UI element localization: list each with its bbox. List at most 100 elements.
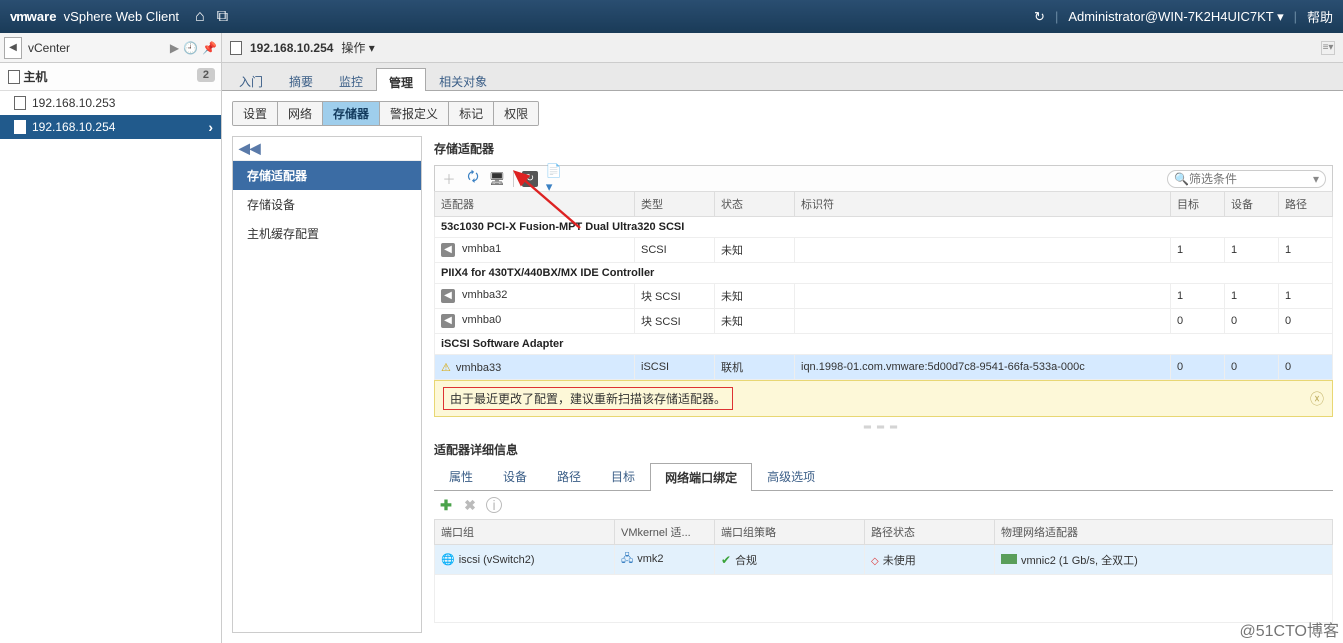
detail-tab[interactable]: 高级选项	[752, 462, 830, 490]
main-tab[interactable]: 监控	[326, 67, 376, 90]
adapter-row[interactable]: ◀ vmhba32块 SCSI未知111	[435, 284, 1333, 309]
host-label: 192.168.10.254	[32, 120, 115, 134]
adapter-group-row: 53c1030 PCI-X Fusion-MPT Dual Ultra320 S…	[435, 217, 1333, 238]
vmkernel-label: vmk2	[637, 553, 663, 565]
recent-icon[interactable]: 🕘	[183, 41, 198, 55]
adapter-group-row: PIIX4 for 430TX/440BX/MX IDE Controller	[435, 263, 1333, 284]
sub-tab[interactable]: 警报定义	[380, 102, 449, 125]
brand-logo: vmware vSphere Web Client	[10, 9, 179, 24]
column-header[interactable]: 路径状态	[865, 520, 995, 545]
alert-close-icon[interactable]: ⓧ	[1310, 389, 1324, 409]
rescan-adapter-button[interactable]: ↻	[522, 171, 538, 187]
alert-message: 由于最近更改了配置，建议重新扫描该存储适配器。	[443, 387, 733, 410]
vmkernel-icon: 🖧	[621, 553, 633, 565]
column-header[interactable]: 适配器	[435, 192, 635, 217]
column-header[interactable]: VMkernel 适...	[615, 520, 715, 545]
section-title-label: 主机	[23, 68, 47, 85]
adapter-row[interactable]: ◀ vmhba0块 SCSI未知000	[435, 309, 1333, 334]
add-adapter-button[interactable]: ＋	[441, 171, 457, 187]
column-header[interactable]: 路径	[1279, 192, 1333, 217]
separator	[513, 171, 514, 187]
binding-row[interactable]: 🌐iscsi (vSwitch2) 🖧vmk2 ✔合规 ◇未使用 vmnic2 …	[435, 545, 1333, 575]
adapter-group-row: iSCSI Software Adapter	[435, 334, 1333, 355]
sub-tab[interactable]: 标记	[449, 102, 494, 125]
detail-tab[interactable]: 网络端口绑定	[650, 463, 752, 491]
pnic-label: vmnic2 (1 Gb/s, 全双工)	[1021, 555, 1138, 567]
nav-breadcrumb[interactable]: vCenter	[24, 41, 170, 55]
new-window-icon[interactable]: ⧉	[217, 8, 228, 26]
inner-nav-item[interactable]: 主机缓存配置	[233, 219, 421, 248]
column-header[interactable]: 标识符	[795, 192, 1171, 217]
binding-info-button[interactable]: i	[486, 497, 502, 513]
host-list: 192.168.10.253 192.168.10.254	[0, 91, 221, 139]
inner-nav-item[interactable]: 存储适配器	[233, 161, 421, 190]
main-tab[interactable]: 相关对象	[426, 67, 500, 90]
column-header[interactable]: 物理网络适配器	[995, 520, 1333, 545]
adapter-row[interactable]: ⚠ vmhba33iSCSI联机iqn.1998-01.com.vmware:5…	[435, 355, 1333, 380]
inner-nav-item[interactable]: 存储设备	[233, 190, 421, 219]
detail-tab[interactable]: 设备	[488, 462, 542, 490]
pin-icon[interactable]: 📌	[202, 41, 217, 55]
adapters-table: 适配器类型状态标识符目标设备路径 53c1030 PCI-X Fusion-MP…	[434, 191, 1333, 380]
column-header[interactable]: 类型	[635, 192, 715, 217]
actions-menu[interactable]: 操作 ▾	[341, 39, 374, 56]
sub-tab[interactable]: 设置	[233, 102, 278, 125]
sub-tabs: 设置网络存储器警报定义标记权限	[232, 101, 539, 126]
adapters-toolbar: ＋ 🗘 🖥 ↻ 📄▾ 🔍 ▾	[434, 165, 1333, 191]
hosts-section-header: 主机 2	[0, 63, 221, 91]
host-icon	[14, 120, 26, 134]
rescan-host-button[interactable]: 🖥	[489, 171, 505, 187]
hba-icon: ◀	[441, 289, 455, 303]
top-bar: vmware vSphere Web Client ⌂ ⧉ ↻ | Admini…	[0, 0, 1343, 33]
portgroup-label: iscsi (vSwitch2)	[459, 554, 535, 566]
main-tabs: 入门摘要监控管理相关对象	[222, 63, 1343, 91]
binding-table: 端口组VMkernel 适...端口组策略路径状态物理网络适配器 🌐 iscsi …	[434, 519, 1333, 623]
history-forward-icon[interactable]: ▶	[170, 41, 179, 55]
sub-tab[interactable]: 权限	[494, 102, 538, 125]
help-link[interactable]: 帮助	[1307, 7, 1333, 26]
alert-bar: 由于最近更改了配置，建议重新扫描该存储适配器。 ⓧ	[434, 380, 1333, 417]
filter-dropdown-icon[interactable]: ▾	[1309, 172, 1319, 186]
hba-icon: ◀	[441, 314, 455, 328]
remove-binding-button[interactable]: ✖	[462, 497, 478, 513]
column-header[interactable]: 状态	[715, 192, 795, 217]
add-binding-button[interactable]: ✚	[438, 497, 454, 513]
host-item[interactable]: 192.168.10.254	[0, 115, 221, 139]
collapse-nav-icon[interactable]: ◀◀	[233, 137, 421, 161]
user-menu[interactable]: Administrator@WIN-7K2H4UIC7KT ▾	[1068, 9, 1283, 25]
minimize-details-icon[interactable]: ≡▾	[1321, 41, 1335, 55]
host-item[interactable]: 192.168.10.253	[0, 91, 221, 115]
copy-button[interactable]: 📄▾	[546, 171, 562, 187]
column-header[interactable]: 端口组策略	[715, 520, 865, 545]
nav-back-button[interactable]: ◀	[4, 37, 22, 59]
refresh-adapter-button[interactable]: 🗘	[465, 171, 481, 187]
inner-nav: ◀◀ 存储适配器存储设备主机缓存配置	[232, 136, 422, 633]
main-tab[interactable]: 管理	[376, 68, 426, 91]
portgroup-icon: 🌐	[441, 554, 455, 566]
detail-tab[interactable]: 属性	[434, 462, 488, 490]
sub-tab[interactable]: 存储器	[323, 102, 380, 125]
splitter-handle[interactable]: ═══	[434, 417, 1333, 437]
filter-input[interactable]	[1189, 172, 1309, 186]
adapter-row[interactable]: ◀ vmhba1SCSI未知111	[435, 238, 1333, 263]
policy-label: 合规	[735, 555, 757, 567]
main-tab[interactable]: 入门	[226, 67, 276, 90]
filter-box[interactable]: 🔍 ▾	[1167, 170, 1326, 188]
column-header[interactable]: 端口组	[435, 520, 615, 545]
detail-tab[interactable]: 路径	[542, 462, 596, 490]
home-icon[interactable]: ⌂	[195, 8, 205, 26]
host-icon	[230, 41, 242, 55]
host-count-badge: 2	[197, 68, 215, 82]
detail-tab[interactable]: 目标	[596, 462, 650, 490]
refresh-icon[interactable]: ↻	[1034, 9, 1045, 25]
host-icon	[14, 96, 26, 110]
navigator-bar: ◀ vCenter ▶ 🕘 📌	[0, 33, 221, 63]
detail-tabs: 属性设备路径目标网络端口绑定高级选项	[434, 462, 1333, 491]
object-title: 192.168.10.254	[250, 41, 333, 55]
column-header[interactable]: 目标	[1171, 192, 1225, 217]
sub-tab[interactable]: 网络	[278, 102, 323, 125]
host-label: 192.168.10.253	[32, 96, 115, 110]
main-tab[interactable]: 摘要	[276, 67, 326, 90]
column-header[interactable]: 设备	[1225, 192, 1279, 217]
host-icon	[8, 70, 20, 84]
